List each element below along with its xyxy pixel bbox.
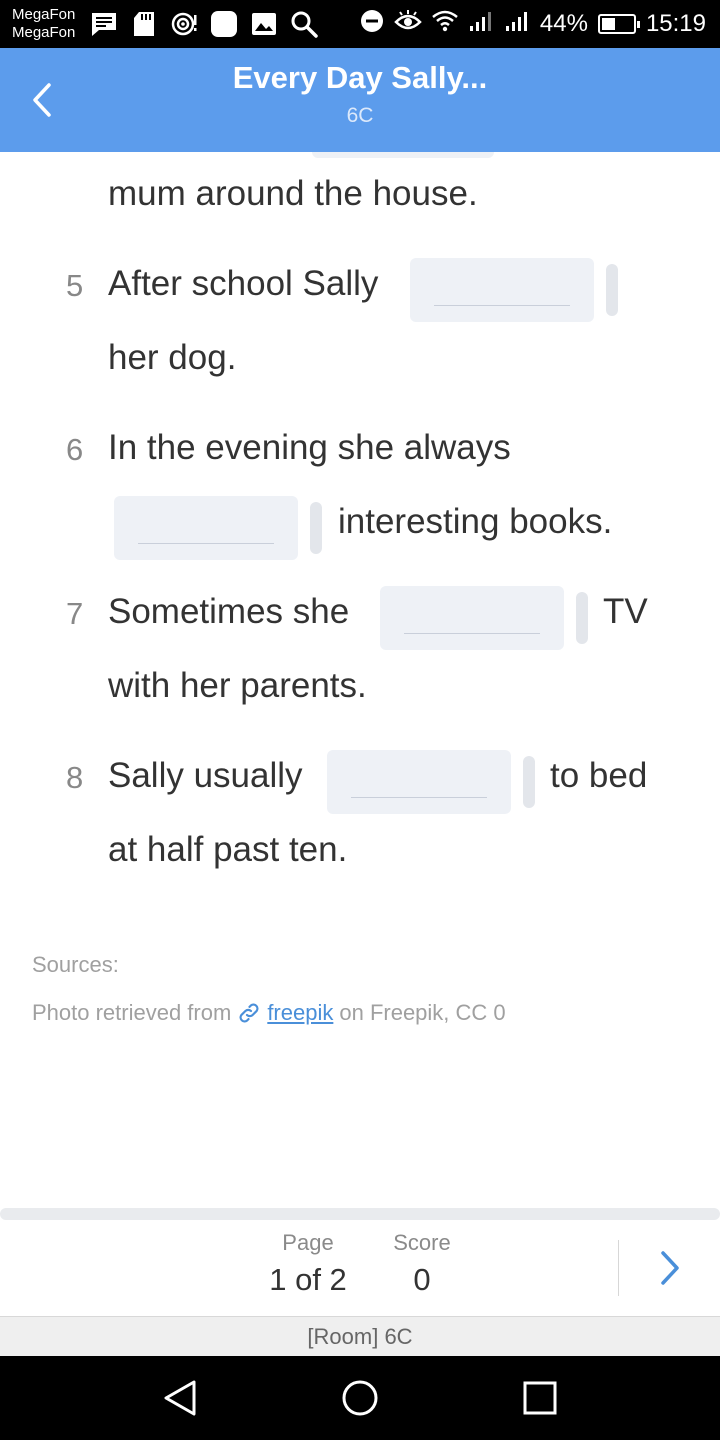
blank-underline	[434, 305, 570, 306]
signal-icon-sim1	[468, 10, 494, 39]
page-label: Page	[282, 1230, 334, 1255]
sentence-text: with her parents.	[108, 666, 367, 705]
carrier-line-1: MegaFon	[12, 6, 76, 23]
answer-handle-8[interactable]	[523, 756, 535, 808]
nav-recents-button[interactable]	[518, 1376, 562, 1420]
do-not-disturb-icon	[360, 9, 384, 40]
answer-blank-8[interactable]	[327, 750, 511, 814]
battery-icon	[597, 14, 640, 34]
battery-percent: 44%	[539, 10, 588, 37]
attribution-suffix: on Freepik, CC 0	[339, 1000, 506, 1025]
sentence-text: interesting books.	[338, 502, 613, 541]
sentence-text: Sometimes she	[108, 592, 350, 631]
square-recents-icon	[523, 1381, 557, 1415]
answer-handle-7[interactable]	[576, 592, 588, 644]
chevron-right-icon	[661, 1251, 679, 1285]
system-nav-bar	[0, 1356, 720, 1440]
score-indicator: Score 0	[382, 1230, 462, 1298]
clock: 15:19	[645, 10, 706, 37]
sd-card-icon	[130, 10, 158, 38]
sentence-text: at half past ten.	[108, 830, 348, 869]
wifi-icon	[432, 10, 458, 39]
answer-blank-7[interactable]	[380, 586, 564, 650]
battery-fill	[601, 18, 615, 30]
sentence-text: to bed	[550, 756, 648, 795]
blank-underline	[138, 543, 274, 544]
answer-blank-4[interactable]	[312, 152, 494, 158]
photo-attribution: Photo retrieved from freepik on Freepik,…	[32, 1000, 506, 1026]
image-icon	[250, 10, 278, 38]
page-title: Every Day Sally...	[232, 60, 488, 95]
room-label: [Room] 6C	[0, 1316, 720, 1356]
link-icon	[237, 1001, 261, 1025]
sources-label: Sources:	[32, 952, 119, 977]
status-bar: MegaFon MegaFon 44% 15:19	[0, 0, 720, 48]
search-icon	[290, 10, 318, 38]
notification-icons	[90, 10, 318, 38]
footer-bar: Page 1 of 2 Score 0	[0, 1220, 720, 1316]
answer-handle-6[interactable]	[310, 502, 322, 554]
sentence-text: In the evening she always	[108, 428, 511, 467]
sentence-text: Sally usually	[108, 756, 303, 795]
sentence-4-tail: mum around the house.	[108, 174, 478, 213]
item-number: 5	[66, 268, 84, 303]
blank-underline	[404, 633, 540, 634]
carrier-line-2: MegaFon	[12, 24, 76, 41]
footer-separator	[618, 1240, 619, 1296]
sentence-text: TV	[603, 592, 648, 631]
carrier-label: MegaFon MegaFon	[12, 6, 75, 42]
signal-icon-sim2	[504, 10, 530, 39]
hotspot-icon	[170, 10, 198, 38]
nav-back-button[interactable]	[158, 1376, 202, 1420]
attribution-prefix: Photo retrieved from	[32, 1000, 232, 1025]
item-number: 6	[66, 432, 84, 467]
freepik-link[interactable]: freepik	[267, 1000, 333, 1026]
answer-blank-6[interactable]	[114, 496, 298, 560]
score-value: 0	[413, 1262, 431, 1297]
item-number: 8	[66, 760, 84, 795]
app-header: Every Day Sally... 6C	[0, 48, 720, 152]
answer-handle-5[interactable]	[606, 264, 618, 316]
app-notification-icon	[210, 10, 238, 38]
message-icon	[90, 10, 118, 38]
circle-home-icon	[342, 1380, 378, 1416]
next-page-button[interactable]	[648, 1244, 692, 1292]
page-subtitle: 6C	[346, 104, 374, 127]
answer-blank-5[interactable]	[410, 258, 594, 322]
system-status: 44% 15:19	[360, 8, 706, 40]
page-value: 1 of 2	[269, 1262, 347, 1297]
score-label: Score	[393, 1230, 451, 1255]
scroll-divider	[0, 1208, 720, 1220]
triangle-back-icon	[164, 1380, 196, 1416]
item-number: 7	[66, 596, 84, 631]
nav-home-button[interactable]	[338, 1376, 382, 1420]
exercise-content: mum around the house. 5 After school Sal…	[0, 152, 720, 1208]
eye-comfort-icon	[394, 9, 422, 40]
page-indicator: Page 1 of 2	[258, 1230, 358, 1298]
sentence-text: After school Sally	[108, 264, 379, 303]
blank-underline	[351, 797, 487, 798]
sentence-text: her dog.	[108, 338, 237, 377]
